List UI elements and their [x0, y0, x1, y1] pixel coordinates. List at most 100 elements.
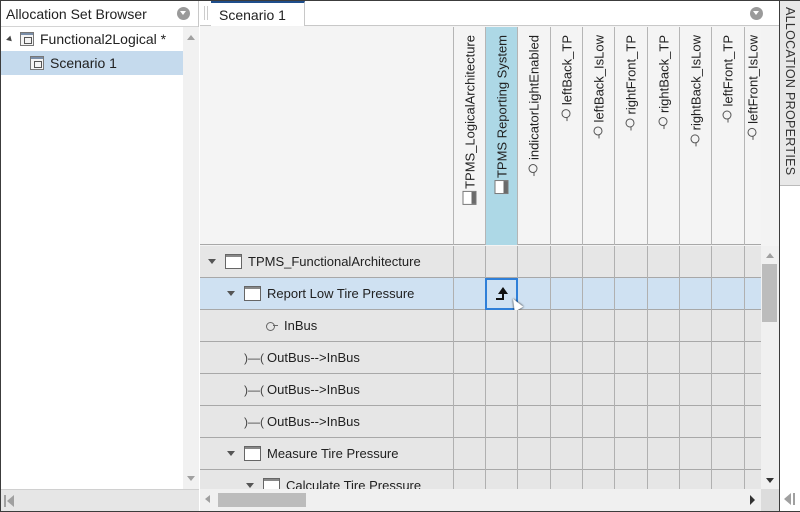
grid-line	[485, 342, 486, 374]
scroll-left-icon[interactable]	[205, 495, 210, 503]
browser-title: Allocation Set Browser	[6, 5, 147, 22]
column-header[interactable]: leftFront_IsLow	[744, 27, 761, 245]
grid-line	[647, 278, 648, 310]
column-header[interactable]: leftBack_IsLow	[582, 27, 615, 245]
component-icon	[225, 254, 242, 269]
grid-line	[517, 438, 518, 470]
column-header[interactable]: leftBack_TP	[550, 27, 583, 245]
scroll-right-icon[interactable]	[750, 495, 755, 505]
column-header-content: leftBack_IsLow	[592, 35, 607, 141]
column-header[interactable]: rightBack_IsLow	[679, 27, 712, 245]
grid-line	[744, 406, 745, 438]
matrix-row[interactable]: Measure Tire Pressure	[200, 438, 761, 470]
expand-triangle-icon[interactable]	[227, 451, 235, 456]
grid-line	[647, 470, 648, 489]
scroll-up-icon[interactable]	[187, 35, 195, 40]
column-header[interactable]: indicatorLightEnabled	[517, 27, 550, 245]
grid-line	[453, 278, 454, 310]
column-header-label: TPMS Reporting System	[494, 35, 510, 179]
grid-line	[711, 310, 712, 342]
tree-item-scenario-1[interactable]: Scenario 1	[1, 51, 183, 75]
grid-line	[517, 374, 518, 406]
scroll-thumb[interactable]	[762, 264, 777, 322]
row-label: Calculate Tire Pressure	[246, 470, 421, 489]
browser-horizontal-scrollbar[interactable]	[1, 489, 199, 511]
scroll-up-icon[interactable]	[766, 253, 774, 258]
allocation-properties-tab[interactable]: ALLOCATION PROPERTIES	[780, 1, 800, 186]
grid-line	[679, 406, 680, 438]
component-icon	[244, 446, 261, 461]
expand-triangle-icon[interactable]	[208, 259, 216, 264]
matrix-row[interactable]: TPMS_FunctionalArchitecture	[200, 246, 761, 278]
grid-line	[744, 246, 745, 278]
port-icon	[689, 132, 703, 146]
column-header-content: rightFront_TP	[624, 35, 639, 133]
grid-line	[453, 438, 454, 470]
tab-menu-icon[interactable]	[750, 7, 763, 20]
allocation-matrix: TPMS_LogicalArchitecture TPMS Reporting S…	[200, 27, 761, 489]
allocation-properties-panel: ALLOCATION PROPERTIES	[779, 1, 800, 511]
expand-triangle-icon[interactable]	[246, 483, 254, 488]
grid-line	[614, 246, 615, 278]
grid-line	[679, 246, 680, 278]
grip-handle-icon[interactable]	[204, 6, 208, 20]
grid-line	[711, 246, 712, 278]
browser-menu-icon[interactable]	[177, 7, 190, 20]
allocation-tree: Functional2Logical * Scenario 1	[1, 27, 183, 75]
grid-line	[485, 438, 486, 470]
grid-line	[711, 470, 712, 489]
column-header[interactable]: leftFront_TP	[711, 27, 744, 245]
expand-triangle-icon[interactable]	[227, 291, 235, 296]
grid-line	[711, 406, 712, 438]
grid-line	[485, 406, 486, 438]
grid-line	[453, 342, 454, 374]
grid-line	[711, 342, 712, 374]
matrix-horizontal-scrollbar[interactable]	[200, 489, 761, 511]
grid-line	[744, 438, 745, 470]
tree-item-label: Scenario 1	[50, 55, 117, 71]
allocation-properties-label: ALLOCATION PROPERTIES	[783, 7, 797, 176]
column-header[interactable]: TPMS_LogicalArchitecture	[453, 27, 486, 245]
column-header[interactable]: rightBack_TP	[647, 27, 680, 245]
scroll-thumb[interactable]	[218, 493, 306, 507]
tree-item-functional2logical[interactable]: Functional2Logical *	[1, 27, 183, 51]
grid-line	[582, 406, 583, 438]
matrix-row[interactable]: Report Low Tire Pressure	[200, 278, 761, 312]
tab-scenario-1[interactable]: Scenario 1	[211, 1, 305, 26]
allocation-cell[interactable]	[485, 278, 524, 312]
matrix-row[interactable]: Calculate Tire Pressure	[200, 470, 761, 489]
tab-bar: Scenario 1	[200, 1, 779, 26]
matrix-row[interactable]: InBus	[200, 310, 761, 342]
grid-line	[550, 406, 551, 438]
scroll-first-icon[interactable]	[4, 495, 16, 507]
connector-icon: )—(	[244, 382, 264, 397]
expand-triangle-icon[interactable]	[6, 35, 14, 43]
scroll-down-icon[interactable]	[187, 476, 195, 481]
matrix-row[interactable]: )—(OutBus-->InBus	[200, 374, 761, 406]
column-header-label: rightBack_TP	[656, 35, 672, 114]
column-header-label: leftBack_TP	[559, 35, 575, 106]
row-label-text: Report Low Tire Pressure	[267, 286, 415, 301]
column-header-label: rightFront_TP	[623, 35, 639, 115]
grid-line	[582, 246, 583, 278]
grid-line	[614, 374, 615, 406]
column-header-content: rightBack_TP	[657, 35, 672, 132]
collapse-panel-icon[interactable]	[782, 493, 798, 505]
matrix-vertical-scrollbar[interactable]	[761, 246, 779, 489]
browser-vertical-scrollbar[interactable]	[183, 27, 199, 489]
column-header-label: TPMS_LogicalArchitecture	[462, 35, 478, 189]
row-label-text: OutBus-->InBus	[267, 382, 360, 397]
column-header[interactable]: rightFront_TP	[614, 27, 647, 245]
matrix-row[interactable]: )—(OutBus-->InBus	[200, 342, 761, 374]
grid-line	[711, 438, 712, 470]
port-icon	[560, 107, 574, 121]
matrix-row[interactable]: )—(OutBus-->InBus	[200, 406, 761, 438]
scroll-down-icon[interactable]	[766, 478, 774, 483]
port-icon	[592, 124, 606, 138]
column-header[interactable]: TPMS Reporting System	[485, 27, 518, 245]
allocation-editor: Scenario 1 TPMS_LogicalArchitecture TPMS …	[200, 1, 779, 511]
grid-line	[453, 470, 454, 489]
connector-icon: )—(	[244, 350, 264, 365]
grid-line	[517, 246, 518, 278]
port-icon	[721, 109, 735, 123]
